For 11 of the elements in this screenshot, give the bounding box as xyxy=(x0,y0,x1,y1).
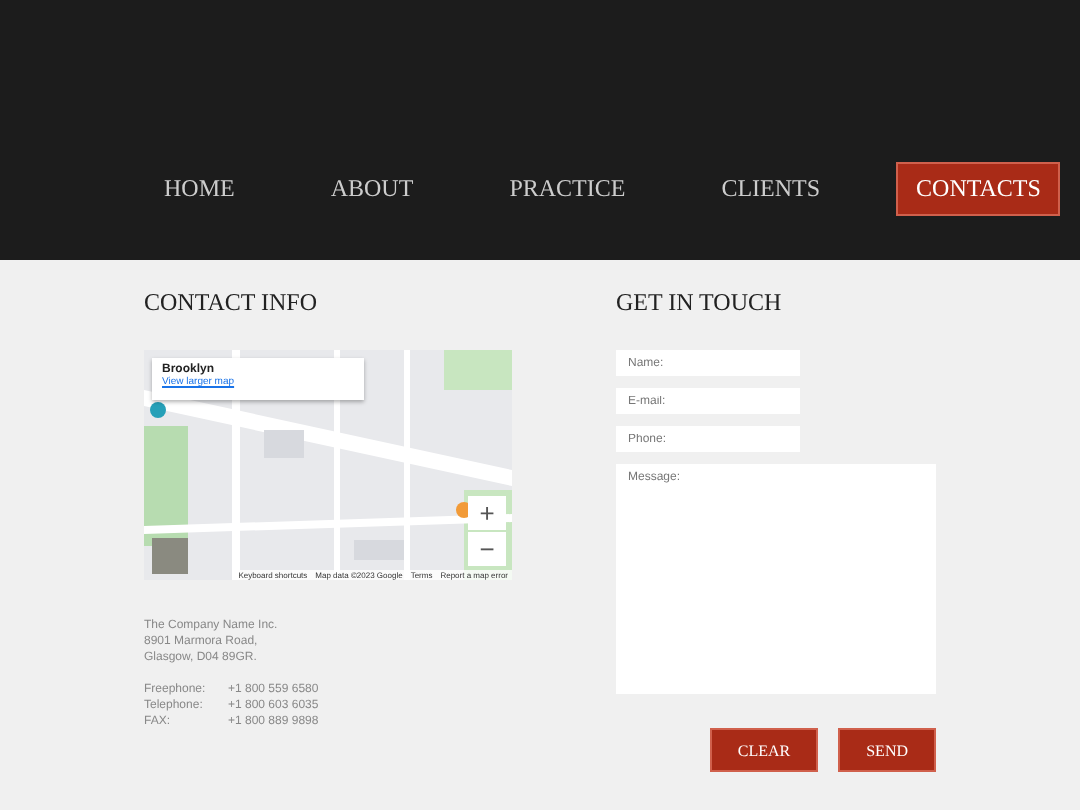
zoom-in-button[interactable]: + xyxy=(468,496,506,530)
clear-button[interactable]: CLEAR xyxy=(709,728,819,772)
nav-link[interactable]: PRACTICE xyxy=(489,162,646,216)
send-button[interactable]: SEND xyxy=(838,728,936,772)
zoom-out-button[interactable]: − xyxy=(468,532,506,566)
nav-link[interactable]: ABOUT xyxy=(310,162,434,216)
section-title: GET IN TOUCH xyxy=(616,288,784,318)
section-title: CONTACT INFO xyxy=(144,288,319,318)
nav-link[interactable]: HOME xyxy=(144,162,255,216)
nav-link[interactable]: CLIENTS xyxy=(701,162,841,216)
nav-link[interactable]: CONTACTS xyxy=(896,162,1061,216)
